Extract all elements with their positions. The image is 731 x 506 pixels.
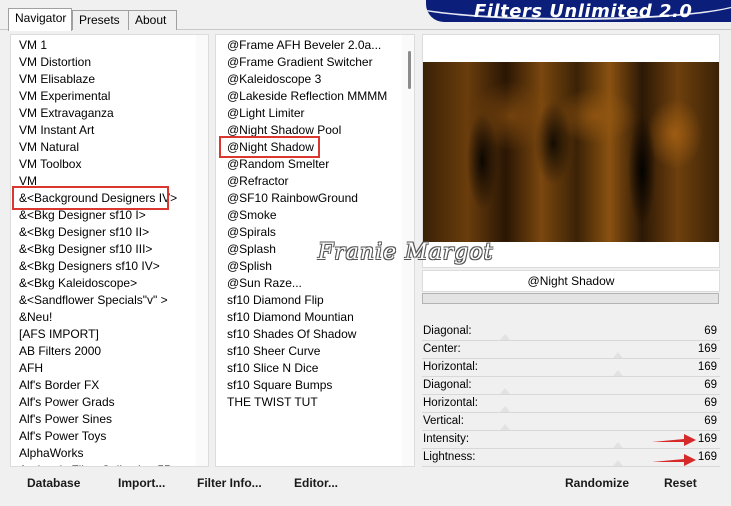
filter-item[interactable]: THE TWIST TUT xyxy=(216,394,402,411)
category-item[interactable]: VM Elisablaze xyxy=(11,71,196,88)
category-item[interactable]: VM xyxy=(11,173,196,190)
category-item[interactable]: &<Bkg Kaleidoscope> xyxy=(11,275,196,292)
intensity-arrow-icon xyxy=(652,434,696,446)
category-item[interactable]: VM 1 xyxy=(11,37,196,54)
selected-filter-name: @Night Shadow xyxy=(422,270,720,292)
category-item[interactable]: VM Experimental xyxy=(11,88,196,105)
tab-about[interactable]: About xyxy=(128,10,177,30)
category-item[interactable]: Alf's Border FX xyxy=(11,377,196,394)
slider-value: 69 xyxy=(704,379,717,391)
filter-item[interactable]: sf10 Diamond Flip xyxy=(216,292,402,309)
filter-item[interactable]: sf10 Shades Of Shadow xyxy=(216,326,402,343)
slider-label: Center: xyxy=(423,343,461,355)
category-list[interactable]: VM 1 VM Distortion VM Elisablaze VM Experim… xyxy=(10,34,209,467)
filter-item[interactable]: @Kaleidoscope 3 xyxy=(216,71,402,88)
tab-navigator[interactable]: Navigator xyxy=(8,8,72,31)
filter-item[interactable]: sf10 Square Bumps xyxy=(216,377,402,394)
app-title-banner: Filters Unlimited 2.0 xyxy=(426,0,731,22)
category-item[interactable]: AlphaWorks xyxy=(11,445,196,462)
slider-label: Diagonal: xyxy=(423,379,472,391)
slider-row[interactable]: Vertical: 69 xyxy=(422,413,720,431)
category-item[interactable]: Alf's Power Sines xyxy=(11,411,196,428)
category-item[interactable]: &<Bkg Designer sf10 I> xyxy=(11,207,196,224)
slider-label: Intensity: xyxy=(423,433,470,445)
slider-thumb-icon[interactable] xyxy=(500,334,511,340)
filter-item[interactable]: @Lakeside Reflection MMMM xyxy=(216,88,402,105)
category-scrollbar[interactable] xyxy=(196,35,208,466)
lightness-arrow-icon xyxy=(652,454,696,466)
filter-item[interactable]: @Smoke xyxy=(216,207,402,224)
filter-item[interactable]: @Spirals xyxy=(216,224,402,241)
category-item[interactable]: VM Extravaganza xyxy=(11,105,196,122)
category-item[interactable]: &Neu! xyxy=(11,309,196,326)
filter-preview-image[interactable] xyxy=(423,62,719,242)
filter-item[interactable]: @Night Shadow Pool xyxy=(216,122,402,139)
category-item[interactable]: VM Toolbox xyxy=(11,156,196,173)
filter-item[interactable]: @Sun Raze... xyxy=(216,275,402,292)
category-item[interactable]: VM Instant Art xyxy=(11,122,196,139)
slider-label: Vertical: xyxy=(423,415,464,427)
app-title: Filters Unlimited 2.0 xyxy=(474,1,693,22)
randomize-button[interactable]: Randomize xyxy=(565,476,629,490)
category-item[interactable]: [AFS IMPORT] xyxy=(11,326,196,343)
category-item[interactable]: &<Bkg Designers sf10 IV> xyxy=(11,258,196,275)
reset-button[interactable]: Reset xyxy=(664,476,697,490)
slider-value: 169 xyxy=(697,343,717,355)
slider-value: 169 xyxy=(697,433,717,445)
slider-label: Lightness: xyxy=(423,451,476,463)
tab-presets[interactable]: Presets xyxy=(72,10,129,30)
watermark-signature: Franie Margot xyxy=(318,240,494,265)
slider-row[interactable]: Horizontal: 169 xyxy=(422,359,720,377)
filter-scrollbar-thumb[interactable] xyxy=(408,51,411,89)
category-item[interactable]: VM Natural xyxy=(11,139,196,156)
category-item[interactable]: AFH xyxy=(11,360,196,377)
category-item[interactable]: Andrew's Filter Collection 55 xyxy=(11,462,196,466)
category-item[interactable]: &<Sandflower Specials"v" > xyxy=(11,292,196,309)
filter-item[interactable]: @Random Smelter xyxy=(216,156,402,173)
slider-value: 169 xyxy=(697,451,717,463)
slider-thumb-icon[interactable] xyxy=(500,406,511,412)
slider-label: Horizontal: xyxy=(423,397,478,409)
slider-thumb-icon[interactable] xyxy=(500,424,511,430)
slider-row[interactable]: Diagonal: 69 xyxy=(422,377,720,395)
slider-label: Diagonal: xyxy=(423,325,472,337)
slider-value: 69 xyxy=(704,415,717,427)
category-items: VM 1 VM Distortion VM Elisablaze VM Experim… xyxy=(11,37,196,466)
category-item[interactable]: AB Filters 2000 xyxy=(11,343,196,360)
filter-item[interactable]: @Night Shadow xyxy=(216,139,402,156)
filter-item[interactable]: @Frame AFH Beveler 2.0a... xyxy=(216,37,402,54)
filter-info-button[interactable]: Filter Info... xyxy=(197,476,262,490)
category-item[interactable]: &<Bkg Designer sf10 II> xyxy=(11,224,196,241)
category-item[interactable]: Alf's Power Toys xyxy=(11,428,196,445)
slider-row[interactable]: Center: 169 xyxy=(422,341,720,359)
filter-item[interactable]: sf10 Sheer Curve xyxy=(216,343,402,360)
slider-thumb-icon[interactable] xyxy=(500,388,511,394)
slider-row[interactable]: Diagonal: 69 xyxy=(422,323,720,341)
category-item[interactable]: VM Distortion xyxy=(11,54,196,71)
category-item[interactable]: &<Bkg Designer sf10 III> xyxy=(11,241,196,258)
progress-bar xyxy=(422,293,719,304)
filter-item[interactable]: sf10 Diamond Mountian xyxy=(216,309,402,326)
category-item[interactable]: Alf's Power Grads xyxy=(11,394,196,411)
slider-thumb-icon[interactable] xyxy=(613,442,624,448)
slider-label: Horizontal: xyxy=(423,361,478,373)
filter-item[interactable]: @Light Limiter xyxy=(216,105,402,122)
slider-thumb-icon[interactable] xyxy=(613,460,624,466)
import-button[interactable]: Import... xyxy=(118,476,165,490)
category-item[interactable]: &<Background Designers IV> xyxy=(11,190,196,207)
filter-item[interactable]: @Refractor xyxy=(216,173,402,190)
slider-value: 69 xyxy=(704,325,717,337)
preview-frame xyxy=(422,34,720,268)
slider-thumb-icon[interactable] xyxy=(613,370,624,376)
slider-value: 69 xyxy=(704,397,717,409)
filter-item[interactable]: sf10 Slice N Dice xyxy=(216,360,402,377)
database-button[interactable]: Database xyxy=(27,476,80,490)
filter-item[interactable]: @SF10 RainbowGround xyxy=(216,190,402,207)
filter-items: @Frame AFH Beveler 2.0a... @Frame Gradien… xyxy=(216,37,402,411)
slider-row[interactable]: Horizontal: 69 xyxy=(422,395,720,413)
editor-button[interactable]: Editor... xyxy=(294,476,338,490)
slider-thumb-icon[interactable] xyxy=(613,352,624,358)
filter-item[interactable]: @Frame Gradient Switcher xyxy=(216,54,402,71)
slider-value: 169 xyxy=(697,361,717,373)
